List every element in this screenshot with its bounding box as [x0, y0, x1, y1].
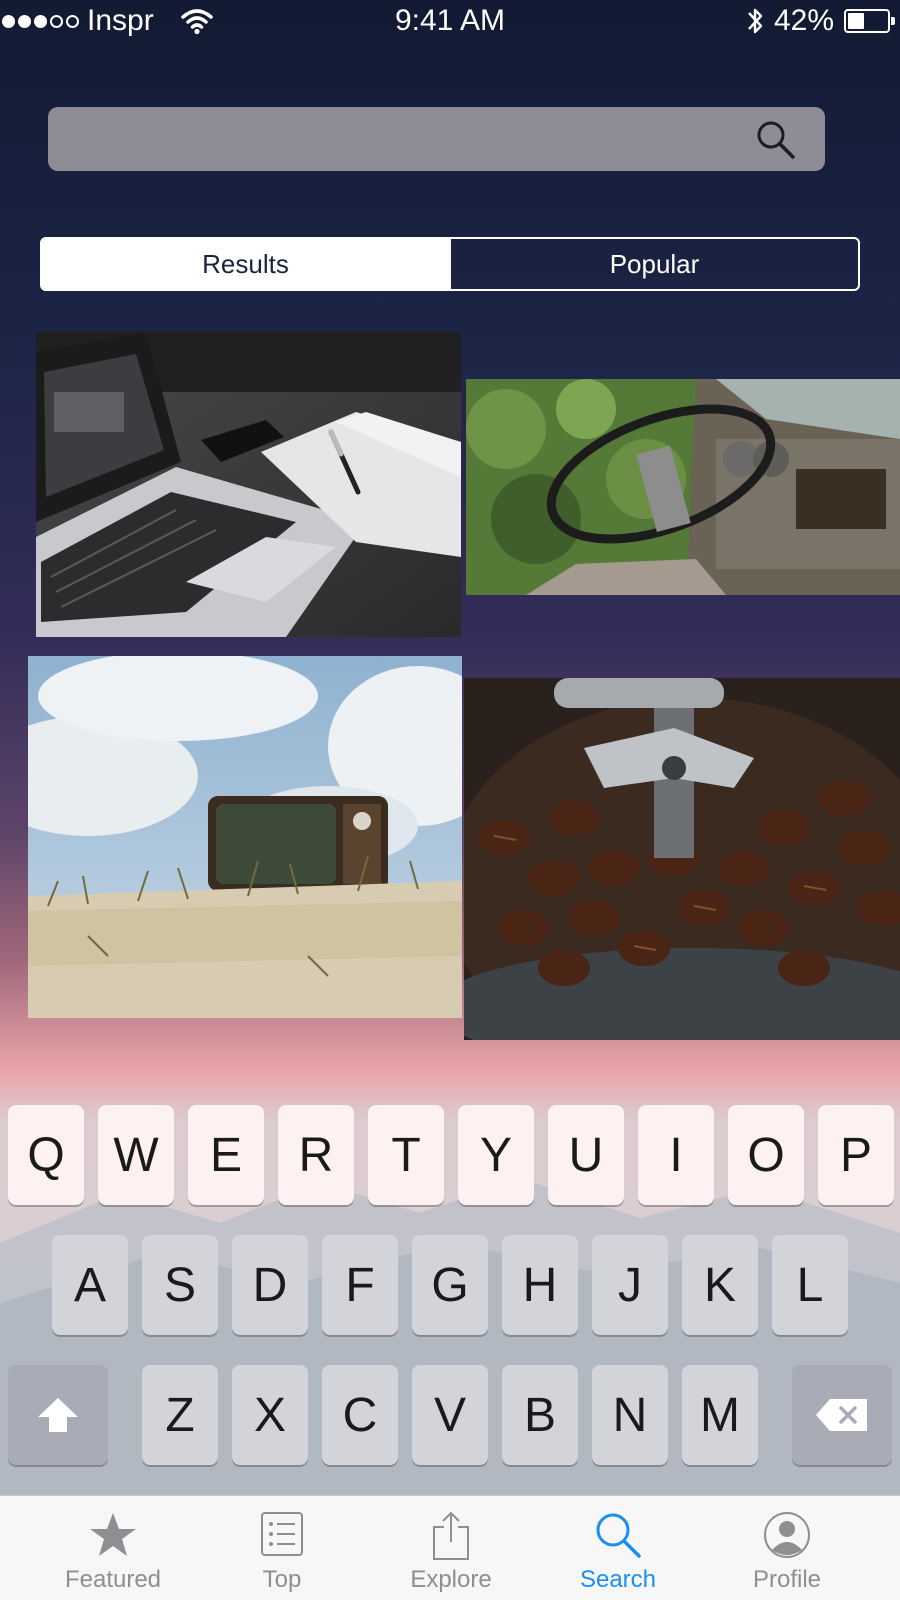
tab-search-label: Search [579, 1566, 657, 1593]
key-u[interactable]: U [548, 1105, 624, 1205]
profile-avatar-icon [764, 1512, 810, 1558]
key-q[interactable]: Q [8, 1105, 84, 1205]
key-z[interactable]: Z [142, 1365, 218, 1465]
key-y[interactable]: Y [458, 1105, 534, 1205]
key-e[interactable]: E [188, 1105, 264, 1205]
bluetooth-icon [748, 8, 763, 34]
shift-key[interactable] [8, 1365, 108, 1465]
keyboard: Q W E R T Y U I O P A S D F G H J K L Z … [0, 1083, 900, 1495]
battery-nub [891, 17, 895, 25]
tab-profile-label: Profile [752, 1566, 822, 1593]
tab-profile[interactable]: Profile [697, 1496, 877, 1600]
battery-percent: 42% [773, 4, 834, 37]
battery-icon [844, 9, 895, 33]
key-f[interactable]: F [322, 1235, 398, 1335]
key-g[interactable]: G [412, 1235, 488, 1335]
key-w[interactable]: W [98, 1105, 174, 1205]
search-icon [596, 1513, 641, 1558]
status-bar: Inspr 9:41 AM 42% [0, 0, 900, 44]
coffee-beans-grinder-photo[interactable] [464, 678, 900, 1040]
key-r[interactable]: R [278, 1105, 354, 1205]
tab-featured-label: Featured [64, 1566, 162, 1593]
key-o[interactable]: O [728, 1105, 804, 1205]
backspace-icon [816, 1399, 867, 1431]
tab-explore-label: Explore [410, 1566, 492, 1593]
key-k[interactable]: K [682, 1235, 758, 1335]
search-field[interactable] [48, 107, 825, 171]
key-t[interactable]: T [368, 1105, 444, 1205]
key-i[interactable]: I [638, 1105, 714, 1205]
tab-featured[interactable]: Featured [23, 1496, 203, 1600]
key-j[interactable]: J [592, 1235, 668, 1335]
results-popular-segmented-control: Results Popular [40, 237, 860, 291]
key-n[interactable]: N [592, 1365, 668, 1465]
status-right: 42% [746, 4, 895, 38]
battery-fill [848, 13, 864, 29]
key-p[interactable]: P [818, 1105, 894, 1205]
segment-results[interactable]: Results [42, 239, 449, 289]
key-d[interactable]: D [232, 1235, 308, 1335]
tab-top-label: Top [262, 1566, 302, 1593]
key-s[interactable]: S [142, 1235, 218, 1335]
key-m[interactable]: M [682, 1365, 758, 1465]
retro-tv-on-sand-photo[interactable] [28, 656, 462, 1018]
old-car-steering-wheel-photo[interactable] [466, 379, 900, 595]
key-a[interactable]: A [52, 1235, 128, 1335]
key-h[interactable]: H [502, 1235, 578, 1335]
segment-popular[interactable]: Popular [449, 239, 858, 289]
magnifier-icon[interactable] [755, 119, 797, 161]
delete-key[interactable] [792, 1365, 892, 1465]
key-c[interactable]: C [322, 1365, 398, 1465]
app-screen: Inspr 9:41 AM 42% Results Popular Q W E … [0, 0, 900, 1600]
list-icon [261, 1512, 303, 1556]
search-input[interactable] [48, 107, 748, 171]
tab-top[interactable]: Top [192, 1496, 372, 1600]
tab-explore[interactable]: Explore [361, 1496, 541, 1600]
laptop-desk-photo[interactable] [36, 332, 461, 637]
shift-arrow-icon [38, 1398, 78, 1432]
key-x[interactable]: X [232, 1365, 308, 1465]
tab-bar: Featured Top Explore Search Profile [0, 1495, 900, 1600]
share-box-icon [433, 1511, 469, 1560]
key-b[interactable]: B [502, 1365, 578, 1465]
key-l[interactable]: L [772, 1235, 848, 1335]
key-v[interactable]: V [412, 1365, 488, 1465]
tab-search[interactable]: Search [528, 1496, 708, 1600]
star-icon [90, 1513, 136, 1556]
